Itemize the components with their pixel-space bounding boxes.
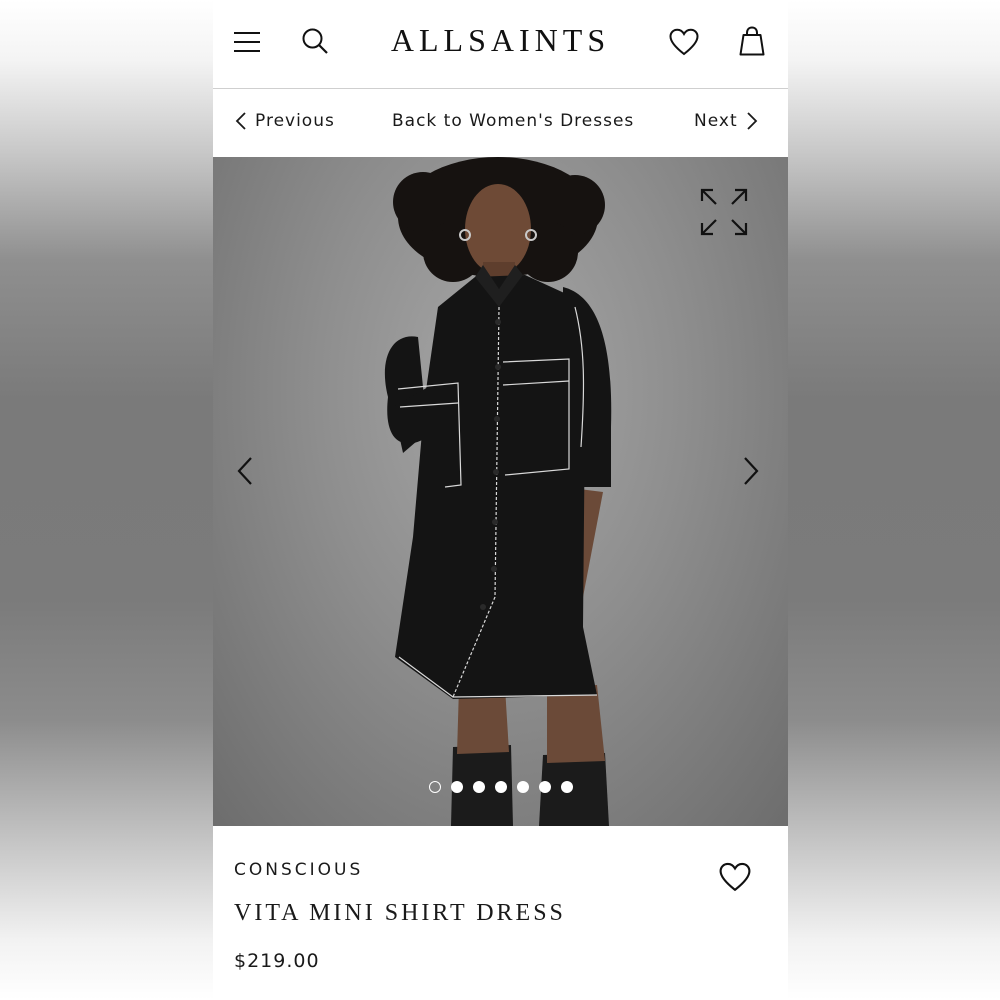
back-label: Back to Women's Dresses <box>392 111 635 131</box>
previous-link[interactable]: Previous <box>235 111 335 131</box>
gallery-dot[interactable] <box>472 781 485 793</box>
product-info: CONSCIOUS VITA MINI SHIRT DRESS $219.00 <box>213 826 788 1000</box>
gallery-dot[interactable] <box>428 781 441 793</box>
gallery-dot[interactable] <box>516 781 529 793</box>
product-photo <box>384 157 612 826</box>
back-to-category-link[interactable]: Back to Women's Dresses <box>392 111 634 131</box>
gallery-dot[interactable] <box>450 781 463 793</box>
site-header: ALLSAINTS <box>213 0 788 89</box>
product-price: $219.00 <box>234 950 320 972</box>
gallery-dot[interactable] <box>560 781 573 793</box>
chevron-right-icon <box>746 112 757 130</box>
brand-logo[interactable]: ALLSAINTS <box>213 22 788 59</box>
product-navigation: Previous Back to Women's Dresses Next <box>213 89 788 157</box>
previous-label: Previous <box>255 111 335 131</box>
gallery-next-button[interactable] <box>731 451 771 491</box>
gallery-dot[interactable] <box>538 781 551 793</box>
product-page: ALLSAINTS Previous Back to Women's Dress… <box>213 0 788 1000</box>
expand-icon[interactable] <box>697 185 751 239</box>
add-to-wishlist-button[interactable] <box>719 862 751 897</box>
product-category: CONSCIOUS <box>234 860 364 880</box>
product-image-gallery[interactable] <box>213 157 788 826</box>
next-label: Next <box>694 111 738 131</box>
chevron-left-icon <box>237 457 252 485</box>
gallery-previous-button[interactable] <box>225 451 265 491</box>
gallery-pagination <box>213 781 788 793</box>
heart-icon <box>719 862 751 892</box>
gallery-dot[interactable] <box>494 781 507 793</box>
chevron-right-icon <box>744 457 759 485</box>
heart-icon[interactable] <box>667 25 701 59</box>
product-title: VITA MINI SHIRT DRESS <box>234 900 566 926</box>
next-link[interactable]: Next <box>694 111 758 131</box>
chevron-left-icon <box>235 112 246 130</box>
shopping-bag-icon[interactable] <box>735 24 769 58</box>
